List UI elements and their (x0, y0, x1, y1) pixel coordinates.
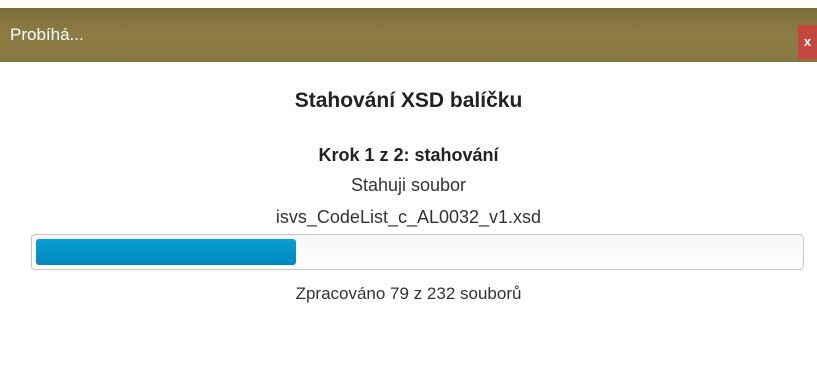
step-label: Krok 1 z 2: stahování (318, 145, 499, 165)
progress-dialog-window: Probíhá... x Stahování XSD balíčku Krok … (0, 0, 817, 383)
title-bar[interactable]: Probíhá... x (0, 8, 817, 62)
dialog-content: Stahování XSD balíčku Krok 1 z 2: stahov… (0, 62, 817, 383)
current-filename: isvs_CodeList_c_AL0032_v1.xsd (275, 207, 542, 227)
progress-bar (31, 234, 804, 270)
processed-count-text: Zpracováno 79 z 232 souborů (295, 284, 522, 303)
close-button[interactable]: x (798, 25, 817, 59)
dialog-heading: Stahování XSD balíčku (294, 89, 523, 112)
window-title: Probíhá... (10, 25, 84, 44)
status-text: Stahuji soubor (350, 175, 467, 195)
progress-bar-fill (36, 239, 296, 265)
